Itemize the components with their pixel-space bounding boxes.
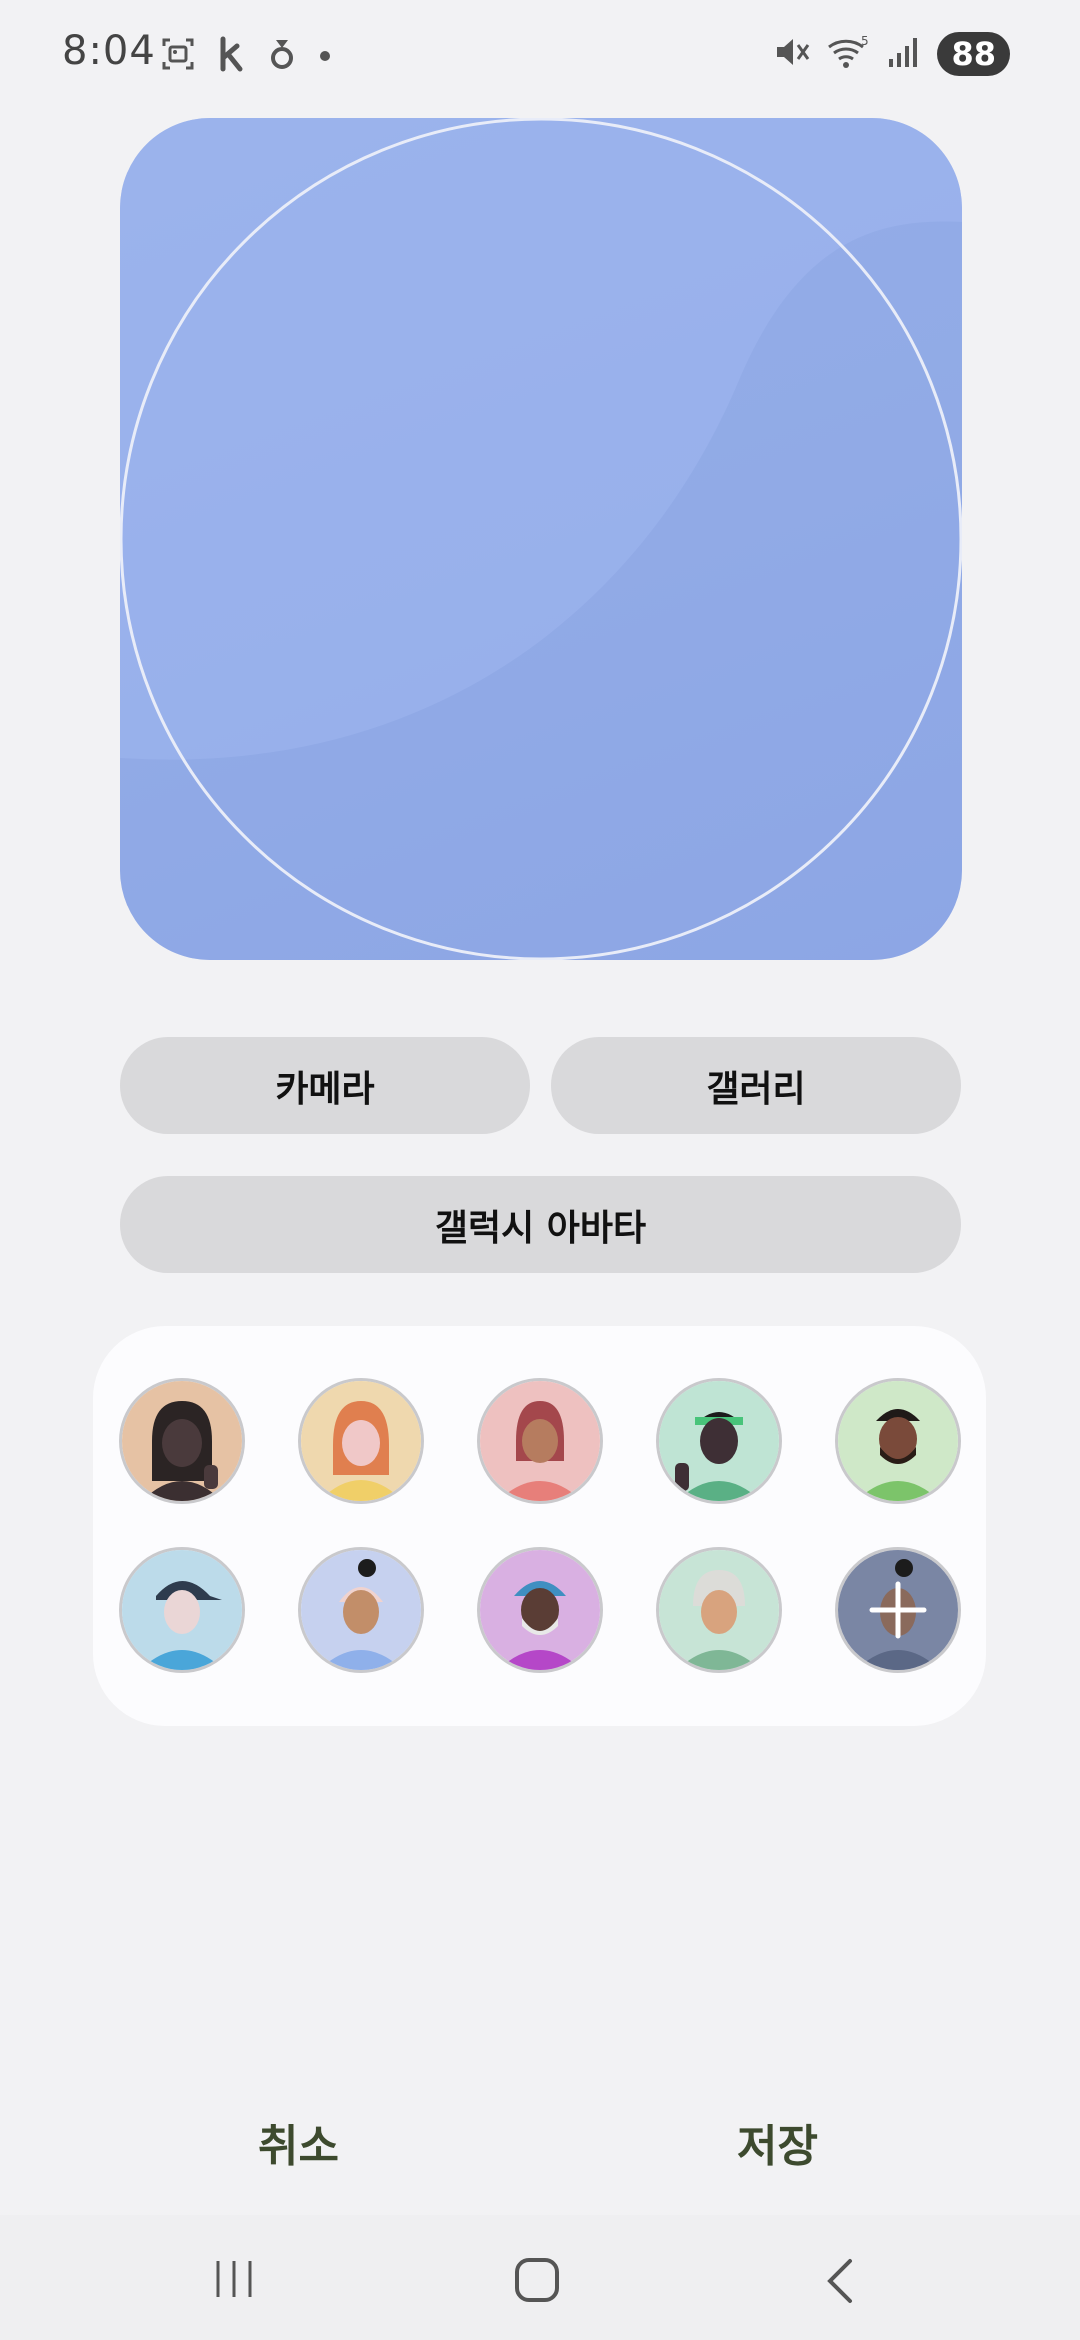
profile-image-preview bbox=[120, 118, 962, 960]
kakao-icon bbox=[268, 36, 296, 76]
camera-button[interactable]: 카메라 bbox=[120, 1037, 530, 1134]
recent-apps-icon[interactable] bbox=[212, 2257, 256, 2305]
avatar-panel bbox=[93, 1326, 986, 1726]
k-app-icon bbox=[218, 36, 246, 76]
signal-icon bbox=[887, 33, 921, 75]
avatar-8[interactable] bbox=[477, 1547, 603, 1673]
navigation-bar bbox=[0, 2215, 1080, 2340]
screenshot-icon bbox=[160, 36, 196, 76]
avatar-1[interactable] bbox=[119, 1378, 245, 1504]
avatar-6[interactable] bbox=[119, 1547, 245, 1673]
avatar-3[interactable] bbox=[477, 1378, 603, 1504]
avatar-add[interactable] bbox=[835, 1547, 961, 1673]
wifi-icon: 5 bbox=[827, 33, 871, 75]
cancel-button[interactable]: 취소 bbox=[258, 2110, 339, 2174]
status-bar: 8:04 5 88 bbox=[0, 0, 1080, 110]
galaxy-avatar-button[interactable]: 갤럭시 아바타 bbox=[120, 1176, 961, 1273]
save-button[interactable]: 저장 bbox=[737, 2110, 818, 2174]
avatar-5[interactable] bbox=[835, 1378, 961, 1504]
mute-icon bbox=[773, 33, 811, 75]
preview-background bbox=[120, 118, 962, 960]
avatar-9[interactable] bbox=[656, 1547, 782, 1673]
home-icon[interactable] bbox=[514, 2257, 560, 2307]
gallery-button[interactable]: 갤러리 bbox=[551, 1037, 961, 1134]
status-time: 8:04 bbox=[62, 28, 156, 74]
battery-badge: 88 bbox=[937, 32, 1010, 76]
avatar-4[interactable] bbox=[656, 1378, 782, 1504]
notification-dot-icon bbox=[318, 36, 332, 76]
back-icon[interactable] bbox=[822, 2257, 858, 2309]
avatar-7[interactable] bbox=[298, 1547, 424, 1673]
svg-text:5: 5 bbox=[861, 34, 869, 48]
avatar-2[interactable] bbox=[298, 1378, 424, 1504]
